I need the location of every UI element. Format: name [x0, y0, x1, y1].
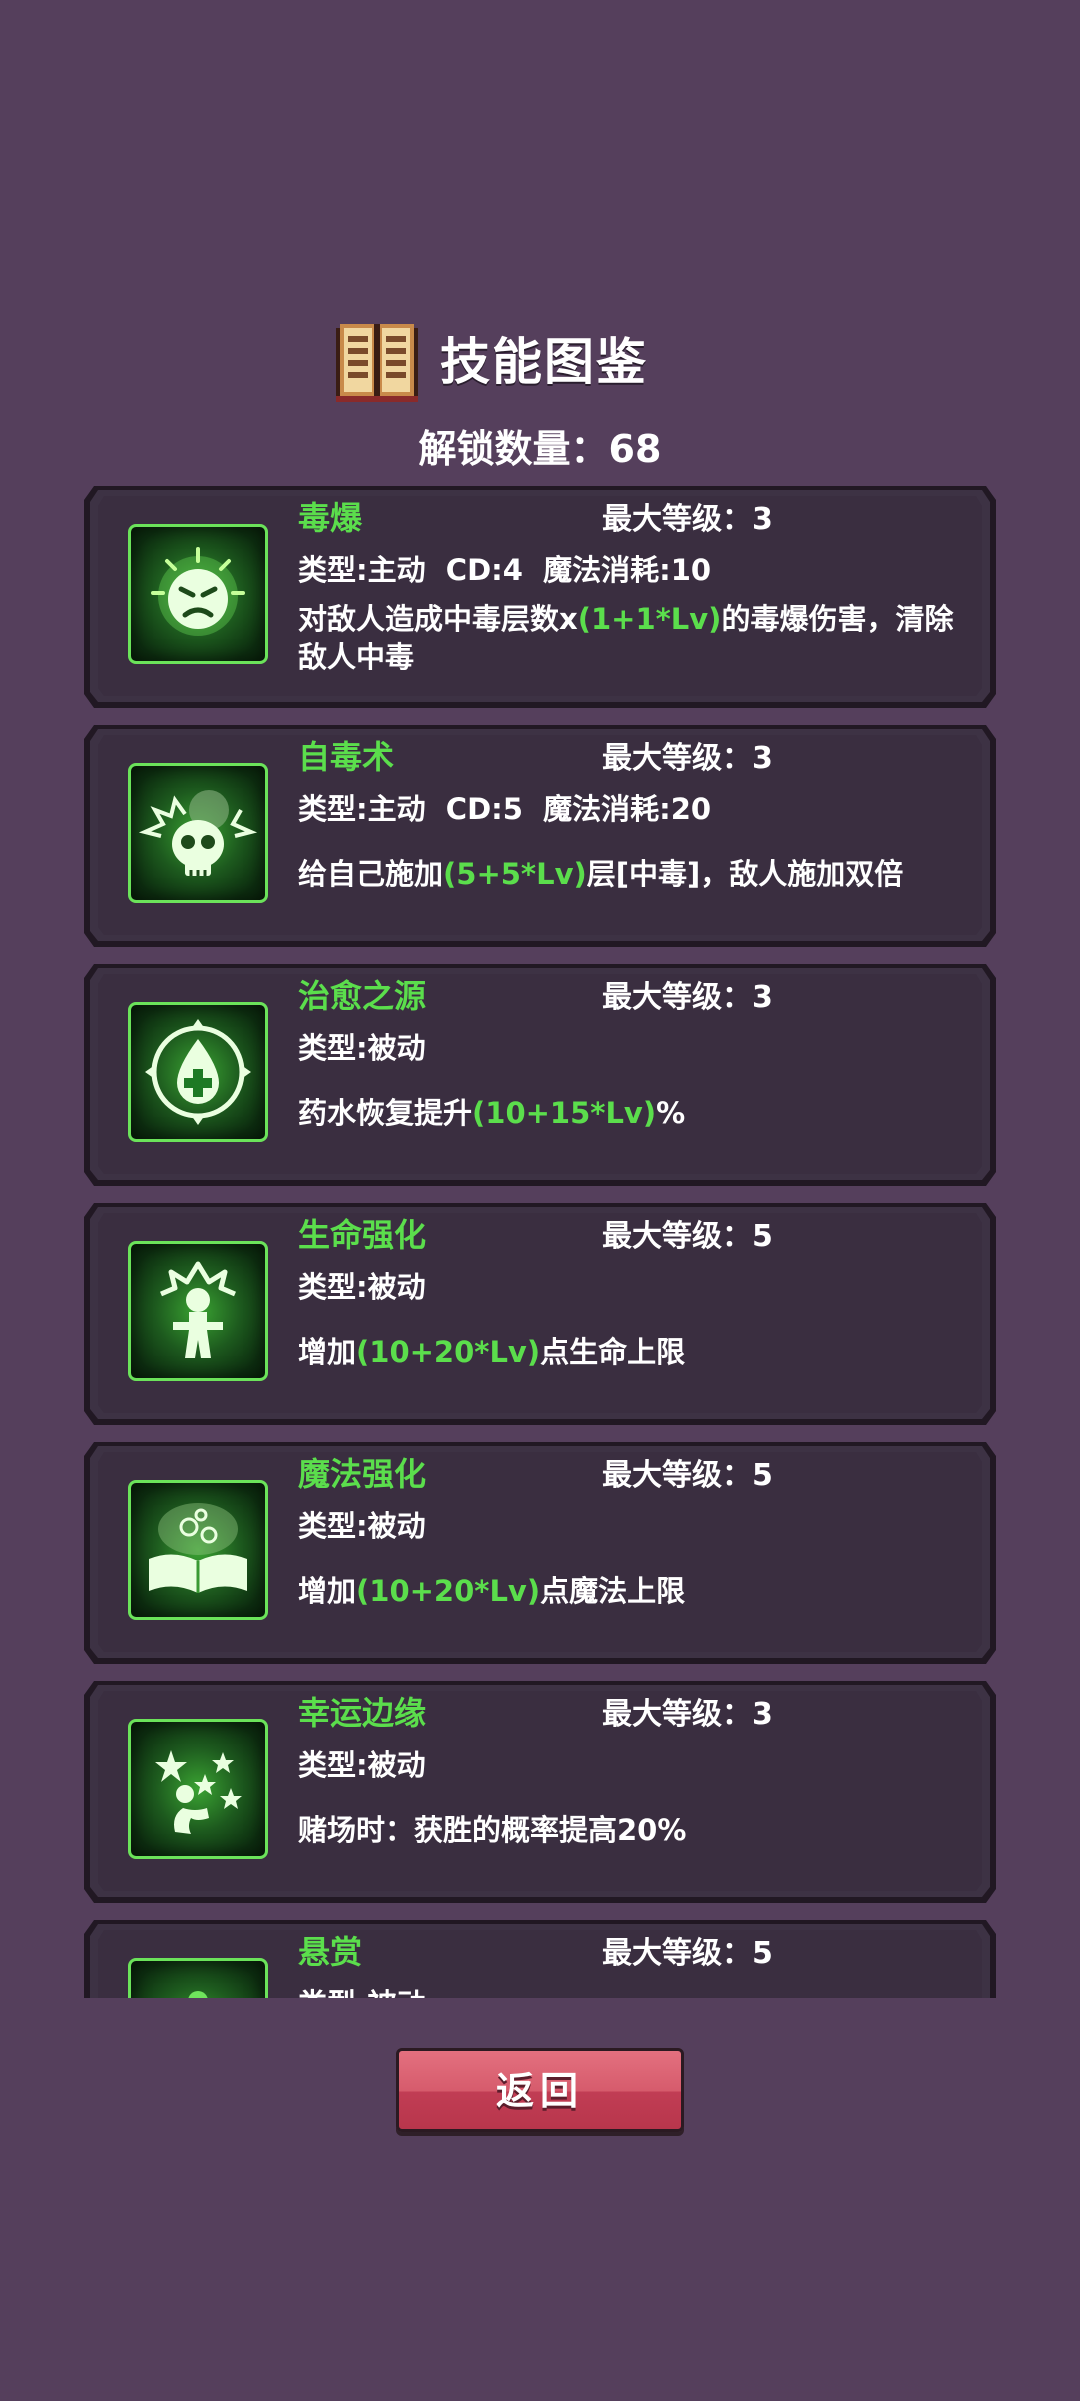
- header: 技能图鉴: [0, 318, 1080, 408]
- skill-card[interactable]: 毒爆 最大等级：3 类型:主动 CD:4 魔法消耗:10 对敌人造成中毒层数x(…: [84, 486, 996, 708]
- angry-face-burst-icon: [128, 524, 268, 664]
- skill-card[interactable]: 生命强化 最大等级：5 类型:被动 增加(10+20*Lv)点生命上限: [84, 1203, 996, 1425]
- back-button-label: 返回: [495, 2069, 584, 2113]
- skill-type: 类型:被动: [298, 1509, 426, 1543]
- lucky-stars-icon: [128, 1719, 268, 1859]
- skill-formula: (5+5*Lv): [443, 857, 587, 891]
- skill-description: 增加(10+20*Lv)点生命上限: [298, 1335, 686, 1369]
- skill-max-level: 最大等级：3: [602, 502, 773, 537]
- skill-formula: (10+15*Lv): [472, 1096, 657, 1130]
- skill-type: 类型:被动: [298, 1748, 426, 1782]
- skill-codex-screen: 技能图鉴 解锁数量：68 毒爆 最大等级：3 类型:主动 CD:4 魔法消耗:1…: [0, 0, 1080, 2401]
- skill-max-level: 最大等级：3: [602, 1697, 773, 1732]
- skill-description: 给自己施加(5+5*Lv)层[中毒]，敌人施加双倍: [298, 857, 904, 891]
- skill-max-level: 最大等级：5: [602, 1219, 773, 1254]
- skill-name: 魔法强化: [298, 1455, 427, 1493]
- skill-formula: (1+1*Lv): [577, 602, 722, 636]
- skill-name: 幸运边缘: [298, 1694, 427, 1732]
- skill-max-level: 最大等级：5: [602, 1458, 773, 1493]
- book-icon: [336, 324, 418, 402]
- page-title: 技能图鉴: [440, 333, 648, 391]
- skill-name: 自毒术: [298, 738, 395, 776]
- skill-max-level: 最大等级：3: [602, 980, 773, 1015]
- unlock-count: 解锁数量：68: [418, 427, 662, 471]
- skill-description: 增加(10+20*Lv)点魔法上限: [298, 1574, 686, 1608]
- skill-description: 赌场时：获胜的概率提高20%: [298, 1813, 687, 1847]
- skill-card[interactable]: 治愈之源 最大等级：3 类型:被动 药水恢复提升(10+15*Lv)%: [84, 964, 996, 1186]
- back-button[interactable]: 返回: [396, 2048, 684, 2132]
- skill-type: 类型:主动 CD:4 魔法消耗:10: [298, 553, 712, 587]
- skill-type: 类型:被动: [298, 1982, 426, 1998]
- spellbook-icon: [128, 1480, 268, 1620]
- skill-name: 悬赏: [298, 1933, 363, 1971]
- skill-name: 治愈之源: [298, 977, 427, 1015]
- skill-card[interactable]: 悬赏 最大等级：5 类型:被动: [84, 1920, 996, 1998]
- skill-card[interactable]: 魔法强化 最大等级：5 类型:被动 增加(10+20*Lv)点魔法上限: [84, 1442, 996, 1664]
- skill-type: 类型:主动 CD:5 魔法消耗:20: [298, 792, 712, 826]
- skill-type: 类型:被动: [298, 1031, 426, 1065]
- skill-max-level: 最大等级：3: [602, 741, 773, 776]
- skull-burst-icon: [128, 763, 268, 903]
- skill-name: 毒爆: [298, 499, 363, 537]
- skill-formula: (10+20*Lv): [356, 1574, 541, 1608]
- skill-card[interactable]: 自毒术 最大等级：3 类型:主动 CD:5 魔法消耗:20 给自己施加(5+5*…: [84, 725, 996, 947]
- skill-type: 类型:被动: [298, 1270, 426, 1304]
- skill-name: 生命强化: [298, 1216, 427, 1254]
- skill-description: 对敌人造成中毒层数x(1+1*Lv)的毒爆伤害，清除敌人中毒: [298, 602, 954, 674]
- skill-formula: (10+20*Lv): [356, 1335, 541, 1369]
- skill-list[interactable]: 毒爆 最大等级：3 类型:主动 CD:4 魔法消耗:10 对敌人造成中毒层数x(…: [0, 486, 1080, 1998]
- person-burst-icon: [128, 1241, 268, 1381]
- bounty-icon: [128, 1958, 268, 1998]
- skill-card[interactable]: 幸运边缘 最大等级：3 类型:被动 赌场时：获胜的概率提高20%: [84, 1681, 996, 1903]
- healing-drop-icon: [128, 1002, 268, 1142]
- skill-max-level: 最大等级：5: [602, 1936, 773, 1971]
- skill-description: 药水恢复提升(10+15*Lv)%: [298, 1096, 686, 1130]
